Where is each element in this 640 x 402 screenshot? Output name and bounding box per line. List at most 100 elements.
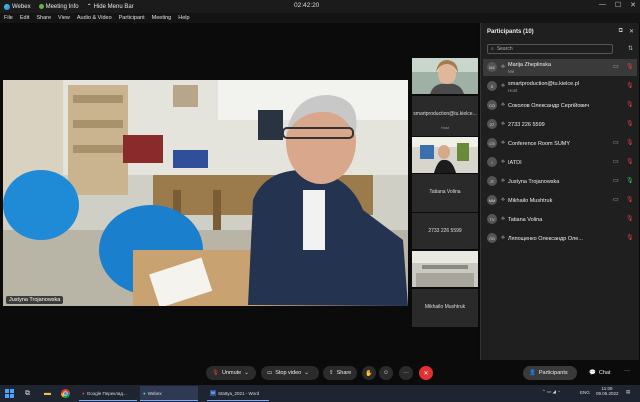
language-indicator[interactable]: ENG <box>580 390 590 395</box>
minimize-icon[interactable]: — <box>599 1 606 9</box>
participant-row[interactable]: ЛО ⟡ Ляпощенко Олександр Оле... 🎙 <box>483 230 637 247</box>
menu-meeting[interactable]: Meeting <box>152 15 172 21</box>
thumbnail-phone[interactable]: 2733 226 5599 <box>412 213 478 249</box>
microphone-muted-icon[interactable]: 🎙 <box>626 82 634 89</box>
participant-row[interactable]: 27 ⟡ 2733 226 5599 🎙 <box>483 116 637 133</box>
reactions-button[interactable]: ☺ <box>379 366 393 380</box>
microphone-muted-icon[interactable]: 🎙 <box>626 158 634 165</box>
taskbar-clock[interactable]: 11:09 09.06.2022 <box>596 386 619 396</box>
main-video[interactable]: Justyna Trojanowska <box>3 80 408 306</box>
more-icon[interactable]: ··· <box>624 368 630 374</box>
participant-row[interactable]: CS ⟡ Conference Room SUMY ▭ 🎙 <box>483 135 637 152</box>
leave-meeting-button[interactable]: ✕ <box>419 366 433 380</box>
close-icon[interactable]: ✕ <box>630 1 636 9</box>
avatar: ЛО <box>487 233 497 243</box>
participants-button[interactable]: 👤 Participants <box>523 366 577 380</box>
windows-start-icon[interactable] <box>4 388 15 399</box>
pop-out-icon[interactable]: ⧉ <box>619 28 623 35</box>
menu-help[interactable]: Help <box>178 15 189 21</box>
meeting-controls: 🎙 Unmute ⌄ ▭ Stop video ⌄ ⇪ Share ✋ ☺ ··… <box>0 360 640 385</box>
thumbnail-mikhailo[interactable] <box>412 251 478 287</box>
menu-view[interactable]: View <box>58 15 70 21</box>
participant-name: IATDI <box>508 160 522 166</box>
tray-icons[interactable]: ⌃ ▭ ◢ ◔ <box>542 389 560 395</box>
stop-video-button[interactable]: ▭ Stop video ⌄ <box>261 366 319 380</box>
taskbar-app-google-translate[interactable]: ● Google Переклад... <box>79 386 137 401</box>
sort-icon[interactable]: ⇅ <box>628 45 633 52</box>
connection-status-icon: ⟡ <box>501 197 505 203</box>
search-input[interactable]: ⌕ Search <box>487 44 613 54</box>
chrome-icon: ● <box>82 390 85 396</box>
participant-row[interactable]: TV ⟡ Tatiana Volina 🎙 <box>483 211 637 228</box>
raise-hand-button[interactable]: ✋ <box>362 366 376 380</box>
microphone-muted-icon: 🎙 <box>212 370 219 376</box>
hand-icon: ✋ <box>365 370 373 377</box>
avatar: MM <box>487 195 497 205</box>
chevron-down-icon: ⌄ <box>244 370 249 376</box>
microphone-muted-icon[interactable]: 🎙 <box>626 196 634 203</box>
avatar: JT <box>487 176 497 186</box>
search-icon: ⌕ <box>491 46 494 52</box>
webex-app-label: Webex <box>4 3 31 10</box>
chrome-icon[interactable] <box>60 388 71 399</box>
taskbar-app-word[interactable]: W Stattya_2021 - Word <box>207 386 269 401</box>
participants-panel: Participants (10) ⧉ ✕ ⌕ Search ⇅ MZ ⟡ Mari… <box>480 23 639 363</box>
camera-icon: ▭ <box>267 370 273 376</box>
maximize-icon[interactable]: ☐ <box>615 1 621 9</box>
notifications-icon[interactable]: ▤ <box>626 389 630 395</box>
task-view-icon[interactable]: ⧉ <box>22 388 33 399</box>
share-button[interactable]: ⇪ Share <box>323 366 357 380</box>
participant-row[interactable]: JT ⟡ Justyna Trojanowska ▭ 🎙 <box>483 173 637 190</box>
meeting-info-button[interactable]: Meeting Info <box>38 4 79 10</box>
microphone-muted-icon[interactable]: 🎙 <box>626 63 634 70</box>
thumbnail-name: smartproduction@tu.kielce... <box>413 111 477 117</box>
menu-participant[interactable]: Participant <box>119 15 145 21</box>
title-bar: Webex Meeting Info ⌃ Hide Menu Bar 02:42… <box>0 0 640 13</box>
avatar: CS <box>487 138 497 148</box>
thumbnail-name: Mikhailo Mushtruk <box>424 304 466 310</box>
microphone-muted-icon[interactable]: 🎙 <box>626 234 634 241</box>
webex-logo-icon <box>4 3 10 10</box>
file-explorer-icon[interactable]: ▬ <box>42 388 53 399</box>
participant-name: Marija Zheplinska <box>508 62 552 68</box>
connection-status-icon: ⟡ <box>501 178 505 184</box>
avatar: I <box>487 157 497 167</box>
participant-role: Me <box>508 69 515 74</box>
thumbnail-name: 2733 226 5599 <box>428 228 462 234</box>
webex-logo-icon: ● <box>143 390 146 396</box>
taskbar-app-webex[interactable]: ● Webex <box>140 386 198 401</box>
menu-edit[interactable]: Edit <box>20 15 29 21</box>
more-options-button[interactable]: ··· <box>399 366 413 380</box>
connection-status-icon: ⟡ <box>501 140 505 146</box>
participant-row[interactable]: S ⟡ smartproduction@tu.kielce.pl Host 🎙 <box>483 78 637 95</box>
thumbnail-host[interactable]: smartproduction@tu.kielce... Host <box>412 96 478 136</box>
avatar: TV <box>487 214 497 224</box>
participant-row[interactable]: MM ⟡ Mikhailo Mushtruk ▭ 🎙 <box>483 192 637 209</box>
unmute-button[interactable]: 🎙 Unmute ⌄ <box>206 366 256 380</box>
microphone-icon[interactable]: 🎙 <box>626 177 634 184</box>
menu-file[interactable]: File <box>4 15 13 21</box>
menu-audio-video[interactable]: Audio & Video <box>77 15 112 21</box>
share-icon: ⇪ <box>329 370 334 376</box>
chat-button[interactable]: 💬 Chat <box>583 366 617 380</box>
participants-panel-title: Participants (10) <box>487 29 534 35</box>
participant-row[interactable]: I ⟡ IATDI ▭ 🎙 <box>483 154 637 171</box>
thumbnail-video <box>412 58 478 94</box>
thumbnail-self[interactable] <box>412 58 478 94</box>
close-panel-icon[interactable]: ✕ <box>629 28 634 35</box>
search-placeholder: Search <box>496 46 513 52</box>
participant-row[interactable]: MZ ⟡ Marija Zheplinska Me ▭ 🎙 <box>483 59 637 76</box>
thumbnail-tatiana-name: Tatiana Volina <box>412 174 478 212</box>
hide-menu-bar-button[interactable]: ⌃ Hide Menu Bar <box>87 3 134 11</box>
main-video-name-label: Justyna Trojanowska <box>6 296 64 304</box>
microphone-muted-icon[interactable]: 🎙 <box>626 101 634 108</box>
microphone-muted-icon[interactable]: 🎙 <box>626 215 634 222</box>
microphone-muted-icon[interactable]: 🎙 <box>626 139 634 146</box>
participant-row[interactable]: СО ⟡ Соколов Олександр Сергійович 🎙 <box>483 97 637 114</box>
windows-taskbar: ⧉ ▬ ● Google Переклад... ● Webex W Statt… <box>0 385 640 402</box>
participant-name: 2733 226 5599 <box>508 122 545 128</box>
menu-share[interactable]: Share <box>36 15 51 21</box>
microphone-muted-icon[interactable]: 🎙 <box>626 120 634 127</box>
close-icon: ✕ <box>423 370 429 377</box>
thumbnail-tatiana[interactable] <box>412 137 478 173</box>
